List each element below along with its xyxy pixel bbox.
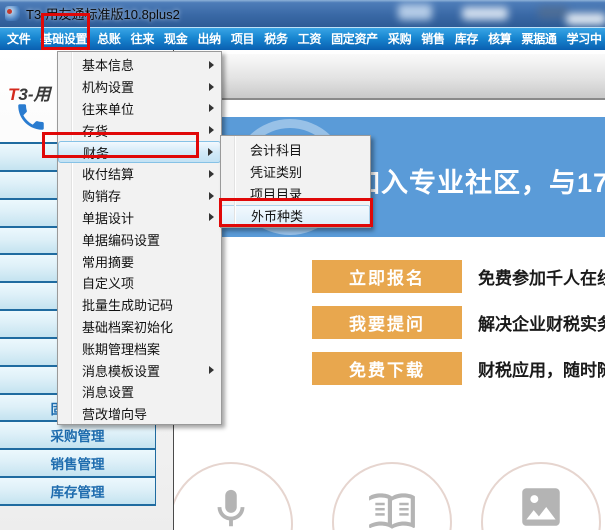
- menubar-item-9[interactable]: 固定资产: [326, 28, 383, 50]
- submenu-arrow-icon: [209, 82, 214, 91]
- submenu-item-2[interactable]: 项目目录: [221, 182, 370, 204]
- blurred-area: [462, 7, 508, 20]
- dropdown-item-label: 收付结算: [82, 167, 135, 183]
- submenu-arrow-icon: [209, 366, 214, 375]
- promo-button-1[interactable]: 我要提问: [312, 306, 462, 339]
- dropdown-item-label: 消息模板设置: [82, 363, 161, 379]
- dropdown-item-4[interactable]: 财务: [58, 141, 221, 163]
- menubar-item-5[interactable]: 出纳: [192, 28, 225, 50]
- dropdown-item-label: 营改增向导: [82, 407, 148, 423]
- dropdown-item-5[interactable]: 收付结算: [58, 163, 221, 185]
- dropdown-item-9[interactable]: 常用摘要: [58, 250, 221, 272]
- app-icon: [5, 6, 20, 21]
- sidebar-item-库存管理[interactable]: 库存管理: [0, 478, 156, 506]
- submenu: 会计科目 凭证类别 项目目录 外币种类: [220, 135, 371, 228]
- menubar-item-15[interactable]: 学习中: [562, 28, 605, 50]
- dropdown-item-label: 批量生成助记码: [82, 298, 174, 314]
- promo-button-0[interactable]: 立即报名: [312, 260, 462, 293]
- banner-headline: 加入专业社区，与1700: [353, 168, 605, 198]
- submenu-item-0[interactable]: 会计科目: [221, 138, 370, 160]
- dropdown-item-label: 存货: [82, 123, 109, 139]
- submenu-item-3[interactable]: 外币种类: [221, 204, 370, 227]
- dropdown-item-16[interactable]: 营改增向导: [58, 403, 221, 425]
- menubar-item-11[interactable]: 销售: [416, 28, 449, 50]
- dropdown-item-0[interactable]: 基本信息: [58, 54, 221, 76]
- submenu-item-1[interactable]: 凭证类别: [221, 160, 370, 182]
- dropdown-item-6[interactable]: 购销存: [58, 185, 221, 207]
- submenu-arrow-icon: [209, 213, 214, 222]
- dropdown-item-label: 常用摘要: [82, 254, 135, 270]
- dropdown-item-label: 购销存: [82, 189, 122, 205]
- sidebar-item-采购管理[interactable]: 采购管理: [0, 422, 156, 451]
- promo-button-2[interactable]: 免费下载: [312, 352, 462, 385]
- promo-desc-1: 解决企业财税实务: [478, 315, 605, 334]
- menubar-item-1[interactable]: 基础设置: [35, 28, 92, 50]
- phone-icon: [14, 100, 48, 134]
- menubar-item-10[interactable]: 采购: [383, 28, 416, 50]
- dropdown-item-label: 账期管理档案: [82, 341, 161, 357]
- microphone-icon: [217, 489, 245, 527]
- blurred-area: [538, 6, 568, 19]
- submenu-arrow-icon: [209, 60, 214, 69]
- menubar-item-12[interactable]: 库存: [450, 28, 483, 50]
- promo-desc-0: 免费参加千人在线: [478, 269, 605, 288]
- title-bar: T3-用友通标准版10.8plus2: [0, 0, 605, 27]
- dropdown-item-3[interactable]: 存货: [58, 119, 221, 141]
- submenu-arrow-icon: [208, 148, 213, 157]
- dropdown-item-10[interactable]: 自定义项: [58, 272, 221, 294]
- sidebar-item-销售管理[interactable]: 销售管理: [0, 450, 156, 479]
- submenu-arrow-icon: [209, 191, 214, 200]
- image-icon: [522, 488, 560, 526]
- book-icon: [369, 493, 415, 529]
- menubar-item-8[interactable]: 工资: [293, 28, 326, 50]
- menubar-item-14[interactable]: 票据通: [517, 28, 562, 50]
- dropdown-item-13[interactable]: 账期管理档案: [58, 337, 221, 359]
- menubar-item-2[interactable]: 总账: [92, 28, 125, 50]
- menubar-item-4[interactable]: 现金: [159, 28, 192, 50]
- menubar-item-0[interactable]: 文件: [2, 28, 35, 50]
- menubar-item-6[interactable]: 项目: [226, 28, 259, 50]
- dropdown-item-label: 单据编码设置: [82, 232, 161, 248]
- blurred-area: [566, 13, 605, 25]
- dropdown-item-7[interactable]: 单据设计: [58, 207, 221, 229]
- dropdown-item-label: 机构设置: [82, 80, 135, 96]
- dropdown-item-15[interactable]: 消息设置: [58, 381, 221, 403]
- dropdown-item-label: 往来单位: [82, 101, 135, 117]
- promo-desc-2: 财税应用，随时随: [478, 361, 605, 380]
- menu-bar: 文件 基础设置 总账 往来 现金 出纳 项目 税务 工资 固定资产 采购 销售 库存 核算 票据通 学习中: [0, 27, 605, 50]
- dropdown-item-8[interactable]: 单据编码设置: [58, 228, 221, 250]
- window-title: T3-用友通标准版10.8plus2: [26, 7, 180, 22]
- feature-circle: [169, 462, 293, 530]
- dropdown-menu: 基本信息机构设置往来单位存货财务收付结算购销存单据设计单据编码设置 常用摘要自定义…: [57, 51, 222, 425]
- dropdown-item-label: 自定义项: [82, 276, 135, 292]
- main-content: 加入专业社区，与1700 立即报名免费参加千人在线我要提问解决企业财税实务免费下…: [169, 50, 605, 530]
- dropdown-item-14[interactable]: 消息模板设置: [58, 359, 221, 381]
- dropdown-item-label: 单据设计: [82, 210, 135, 226]
- menubar-item-13[interactable]: 核算: [483, 28, 516, 50]
- promo-row-0: 立即报名 免费参加千人在线: [174, 260, 605, 293]
- submenu-arrow-icon: [209, 126, 214, 135]
- feature-circle: [332, 462, 452, 530]
- promo-row-2: 免费下载 财税应用，随时随: [174, 352, 605, 385]
- menubar-item-3[interactable]: 往来: [126, 28, 159, 50]
- toolbar-area: [174, 54, 605, 100]
- app-window: T3-用友通标准版10.8plus2 文件 基础设置 总账 往来 现金 出纳 项目 税务 工资固…: [0, 0, 605, 530]
- submenu-arrow-icon: [209, 169, 214, 178]
- submenu-arrow-icon: [209, 104, 214, 113]
- menubar-item-7[interactable]: 税务: [259, 28, 292, 50]
- dropdown-item-12[interactable]: 基础档案初始化: [58, 316, 221, 338]
- feature-circle: [481, 462, 601, 530]
- dropdown-item-label: 基本信息: [82, 58, 135, 74]
- promo-row-1: 我要提问 解决企业财税实务: [174, 306, 605, 339]
- blurred-area: [398, 4, 432, 20]
- dropdown-item-label: 财务: [83, 145, 110, 161]
- dropdown-item-label: 消息设置: [82, 385, 135, 401]
- dropdown-item-1[interactable]: 机构设置: [58, 76, 221, 98]
- dropdown-item-label: 基础档案初始化: [82, 319, 174, 335]
- dropdown-item-2[interactable]: 往来单位: [58, 98, 221, 120]
- dropdown-item-11[interactable]: 批量生成助记码: [58, 294, 221, 316]
